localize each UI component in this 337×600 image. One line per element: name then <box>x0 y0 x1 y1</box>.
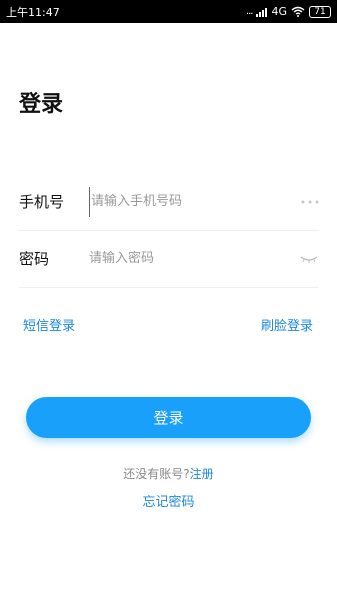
password-input[interactable] <box>89 243 293 274</box>
face-login-link[interactable]: 刷脸登录 <box>261 315 313 334</box>
wifi-icon <box>291 6 305 17</box>
register-prompt-line: 还没有账号?注册 <box>0 465 337 482</box>
phone-label: 手机号 <box>19 193 65 211</box>
status-bar: 上午11:47 ... 4G 71 <box>0 0 337 23</box>
sms-login-link[interactable]: 短信登录 <box>23 315 75 334</box>
phone-input[interactable] <box>89 186 293 217</box>
eye-closed-icon[interactable] <box>293 249 319 269</box>
phone-row: 手机号 <box>19 173 319 231</box>
register-prompt: 还没有账号? <box>123 467 190 481</box>
status-time: 上午11:47 <box>6 5 60 19</box>
battery-icon: 71 <box>309 5 331 18</box>
notification-dots: ... <box>245 6 253 17</box>
password-label: 密码 <box>19 250 50 268</box>
status-indicators: ... 4G 71 <box>246 5 331 18</box>
page-title: 登录 <box>19 92 64 117</box>
more-dots-icon[interactable] <box>293 192 319 212</box>
signal-icon <box>256 7 268 17</box>
login-button[interactable]: 登录 <box>26 397 311 438</box>
password-row: 密码 <box>19 230 319 288</box>
forgot-password-link[interactable]: 忘记密码 <box>0 491 337 510</box>
network-type: 4G <box>271 5 287 18</box>
register-link[interactable]: 注册 <box>190 467 214 481</box>
